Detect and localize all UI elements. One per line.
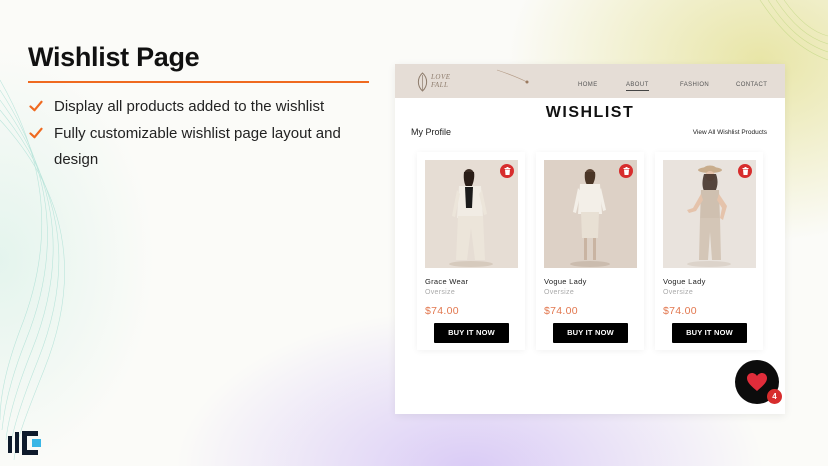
product-price: $74.00 (663, 305, 697, 317)
remove-from-wishlist-button[interactable] (738, 164, 752, 178)
nav-fashion[interactable]: FASHION (680, 82, 709, 88)
product-category: Oversize (425, 289, 456, 296)
wishlist-heading: WISHLIST (545, 104, 635, 121)
nav-contact[interactable]: CONTACT (736, 82, 767, 88)
preview-logo-text: LOVE FALL (431, 73, 471, 89)
nav-home[interactable]: HOME (578, 82, 598, 88)
preview-navbar: LOVE FALL HOME ABOUT FASHION CONTACT (395, 64, 785, 98)
product-category: Oversize (544, 289, 575, 296)
product-image[interactable] (663, 160, 756, 268)
buy-it-now-button[interactable]: BUY IT NOW (553, 323, 628, 343)
nav-about[interactable]: ABOUT (626, 82, 649, 88)
buy-it-now-button[interactable]: BUY IT NOW (672, 323, 747, 343)
remove-from-wishlist-button[interactable] (500, 164, 514, 178)
view-all-wishlist-link[interactable]: View All Wishlist Products (693, 129, 767, 136)
feature-text: Display all products added to the wishli… (54, 98, 325, 115)
product-category: Oversize (663, 289, 694, 296)
logo-line: FALL (431, 80, 449, 89)
product-image[interactable] (425, 160, 518, 268)
heart-icon (747, 373, 767, 391)
leaf-logo-icon (417, 72, 428, 92)
feature-list: Display all products added to the wishli… (28, 94, 378, 174)
trash-icon (504, 167, 510, 175)
wishlist-page-preview: LOVE FALL HOME ABOUT FASHION CONTACT WIS… (395, 64, 785, 414)
check-icon (29, 127, 43, 138)
trash-icon (742, 167, 748, 175)
title-underline (28, 81, 369, 83)
my-profile-link[interactable]: My Profile (411, 127, 451, 137)
wishlist-count-badge: 4 (767, 389, 782, 404)
product-price: $74.00 (544, 305, 578, 317)
product-card: Vogue Lady Oversize $74.00 BUY IT NOW (536, 152, 644, 350)
decorative-thread (496, 69, 529, 84)
feature-text: Fully customizable wishlist page layout … (54, 124, 341, 169)
product-name[interactable]: Vogue Lady (663, 277, 706, 286)
product-name[interactable]: Vogue Lady (544, 277, 587, 286)
product-name[interactable]: Grace Wear (425, 277, 468, 286)
product-card: Vogue Lady Oversize $74.00 BUY IT NOW (655, 152, 763, 350)
nav-active-indicator (626, 90, 649, 91)
check-icon (29, 100, 43, 112)
feature-item: Display all products added to the wishli… (28, 94, 378, 121)
remove-from-wishlist-button[interactable] (619, 164, 633, 178)
brand-logo-icon (8, 431, 41, 455)
product-card: Grace Wear Oversize $74.00 BUY IT NOW (417, 152, 525, 350)
buy-it-now-button[interactable]: BUY IT NOW (434, 323, 509, 343)
trash-icon (623, 167, 629, 175)
feature-item: Fully customizable wishlist page layout … (28, 121, 378, 174)
product-price: $74.00 (425, 305, 459, 317)
page-title: Wishlist Page (28, 42, 200, 72)
product-image[interactable] (544, 160, 637, 268)
